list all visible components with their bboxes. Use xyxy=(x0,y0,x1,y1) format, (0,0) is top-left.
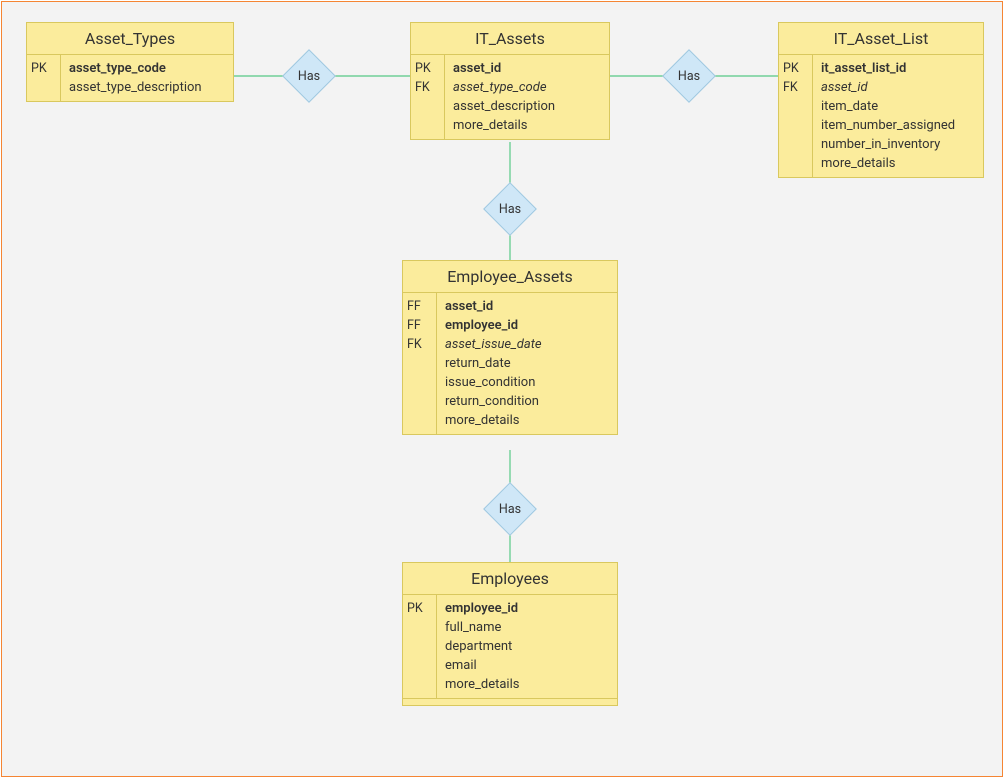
attr-cell: email xyxy=(445,656,609,675)
key-cell: FK xyxy=(407,335,432,354)
entity-title: IT_Assets xyxy=(411,23,609,55)
attr-cell: return_condition xyxy=(445,392,609,411)
attr-cell: more_details xyxy=(821,154,975,173)
entity-title: IT_Asset_List xyxy=(779,23,983,55)
entity-body: FF FF FK asset_id employee_id asset_issu… xyxy=(403,293,617,434)
entity-footer xyxy=(403,698,617,705)
attr-cell: department xyxy=(445,637,609,656)
relationship-diamond[interactable]: Has xyxy=(664,51,714,101)
attr-cell: asset_issue_date xyxy=(445,335,609,354)
entity-asset-types[interactable]: Asset_Types PK asset_type_code asset_typ… xyxy=(26,22,234,102)
attr-cell: asset_type_code xyxy=(69,59,225,78)
attr-cell: it_asset_list_id xyxy=(821,59,975,78)
entity-body: PK FK it_asset_list_id asset_id item_dat… xyxy=(779,55,983,177)
attr-cell: asset_type_code xyxy=(453,78,601,97)
key-cell: FF xyxy=(407,297,432,316)
attr-cell: asset_description xyxy=(453,97,601,116)
key-cell: PK xyxy=(783,59,808,78)
attr-cell: employee_id xyxy=(445,316,609,335)
key-cell: PK xyxy=(31,59,56,78)
attr-cell: full_name xyxy=(445,618,609,637)
entity-title: Employee_Assets xyxy=(403,261,617,293)
attr-cell: item_date xyxy=(821,97,975,116)
relationship-diamond[interactable]: Has xyxy=(284,51,334,101)
key-cell: PK xyxy=(415,59,440,78)
attr-cell: more_details xyxy=(445,675,609,694)
key-cell: FK xyxy=(783,78,808,97)
entity-it-assets[interactable]: IT_Assets PK FK asset_id asset_type_code… xyxy=(410,22,610,140)
attr-cell: more_details xyxy=(445,411,609,430)
attr-cell: asset_id xyxy=(445,297,609,316)
attr-cell: more_details xyxy=(453,116,601,135)
attr-cell: issue_condition xyxy=(445,373,609,392)
attr-cell: item_number_assigned xyxy=(821,116,975,135)
entity-it-asset-list[interactable]: IT_Asset_List PK FK it_asset_list_id ass… xyxy=(778,22,984,178)
entity-employee-assets[interactable]: Employee_Assets FF FF FK asset_id employ… xyxy=(402,260,618,435)
attr-cell: return_date xyxy=(445,354,609,373)
attr-cell: number_in_inventory xyxy=(821,135,975,154)
attr-cell: asset_type_description xyxy=(69,78,225,97)
entity-employees[interactable]: Employees PK employee_id full_name depar… xyxy=(402,562,618,706)
diagram-canvas: Asset_Types PK asset_type_code asset_typ… xyxy=(1,1,1003,777)
relationship-label: Has xyxy=(664,51,714,101)
entity-title: Asset_Types xyxy=(27,23,233,55)
relationship-diamond[interactable]: Has xyxy=(485,484,535,534)
relationship-diamond[interactable]: Has xyxy=(485,184,535,234)
entity-body: PK FK asset_id asset_type_code asset_des… xyxy=(411,55,609,139)
relationship-label: Has xyxy=(284,51,334,101)
relationship-label: Has xyxy=(485,484,535,534)
relationship-label: Has xyxy=(485,184,535,234)
entity-body: PK employee_id full_name department emai… xyxy=(403,595,617,698)
key-cell: FK xyxy=(415,78,440,97)
attr-cell: employee_id xyxy=(445,599,609,618)
attr-cell: asset_id xyxy=(821,78,975,97)
key-cell: PK xyxy=(407,599,432,618)
entity-title: Employees xyxy=(403,563,617,595)
entity-body: PK asset_type_code asset_type_descriptio… xyxy=(27,55,233,101)
attr-cell: asset_id xyxy=(453,59,601,78)
key-cell: FF xyxy=(407,316,432,335)
